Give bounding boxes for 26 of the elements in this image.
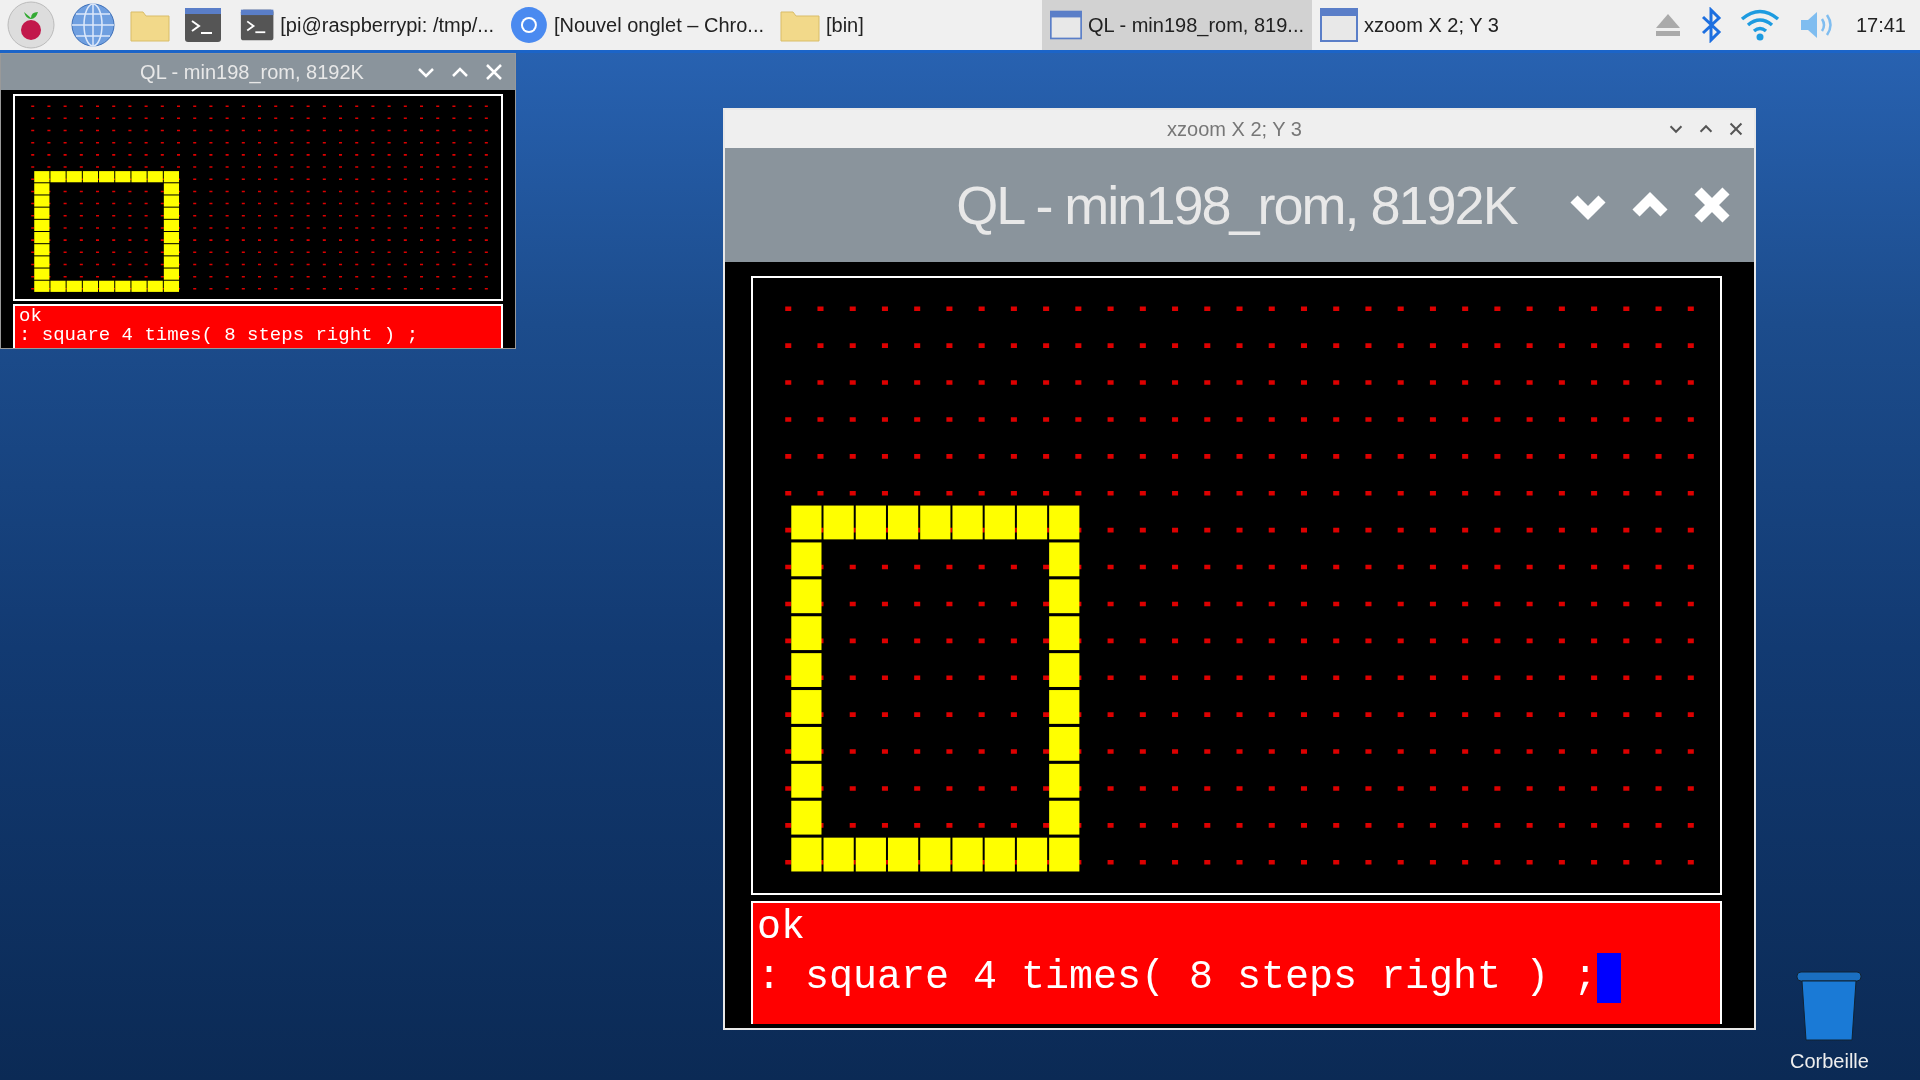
text-cursor: [1597, 953, 1622, 1003]
folder-icon: [780, 8, 820, 42]
browser-icon: [510, 6, 548, 44]
terminal-icon[interactable]: [184, 7, 222, 43]
raspberry-icon[interactable]: [6, 0, 56, 50]
window-title: QL - min198_rom, 8192K: [139, 60, 365, 84]
desktop-icon-label[interactable]: Corbeille: [1790, 1050, 1869, 1073]
console-line: : square 4 times( 8 steps right ) ;: [19, 326, 420, 345]
terminal-icon[interactable]: [240, 7, 275, 43]
window-icon: [1050, 8, 1082, 42]
eject-icon[interactable]: [1653, 12, 1682, 38]
clock: 17:41: [1855, 13, 1906, 37]
taskbar-button[interactable]: QL - min198_rom, 819...: [1042, 0, 1312, 50]
taskbar-button[interactable]: [Nouvel onglet – Chro...: [502, 0, 772, 50]
console-line: ok: [757, 904, 805, 952]
taskbar-button[interactable]: [bin]: [772, 0, 1042, 50]
console-line: : square 4 times( 8 steps right ) ;: [757, 954, 1598, 1002]
window-icon: [1320, 8, 1358, 42]
bluetooth-icon[interactable]: [1699, 7, 1722, 43]
globe-icon[interactable]: [70, 2, 116, 48]
console-line: ok: [19, 307, 43, 326]
window-title: xzoom X 2; Y 3: [1166, 117, 1303, 141]
taskbar-button[interactable]: [pi@raspberrypi: /tmp/...: [232, 0, 502, 50]
taskbar-button[interactable]: xzoom X 2; Y 3: [1312, 0, 1582, 50]
wifi-icon[interactable]: [1739, 8, 1780, 42]
zoomed-window-title: QL - min198_rom, 8192K: [955, 174, 1519, 236]
